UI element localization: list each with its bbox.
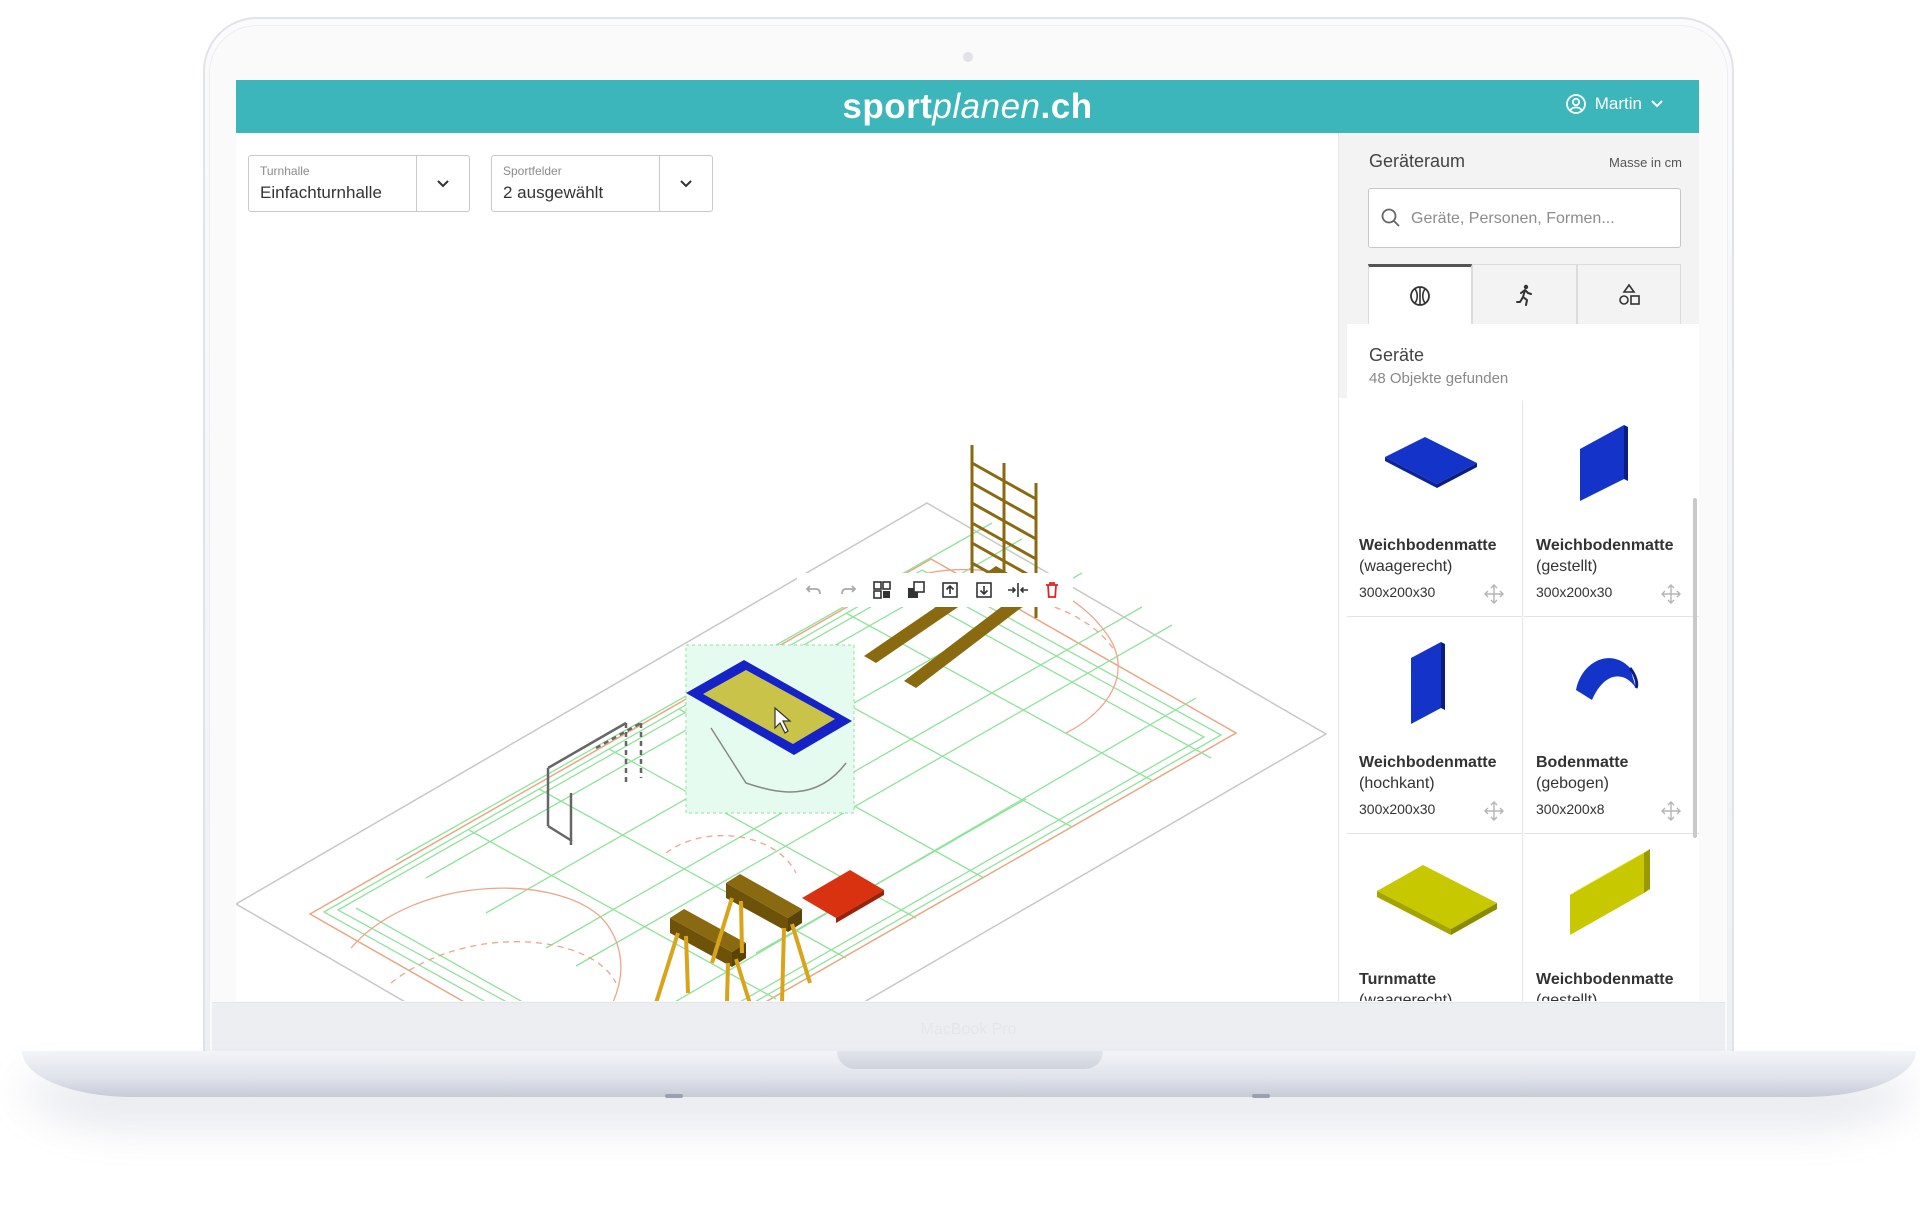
equipment-name: Weichbodenmatte (hochkant) <box>1359 754 1497 792</box>
laptop-notch <box>837 1051 1103 1069</box>
person-running-icon <box>1516 284 1533 306</box>
fields-select[interactable]: Sportfelder 2 ausgewählt <box>491 155 713 212</box>
list-header: Geräte 48 Objekte gefunden <box>1347 324 1699 398</box>
bring-forward-icon <box>942 582 958 598</box>
ungroup-button[interactable] <box>899 573 933 607</box>
drag-handle-icon[interactable] <box>1484 584 1504 604</box>
hall-select[interactable]: Turnhalle Einfachturnhalle <box>248 155 470 212</box>
chevron-down-icon <box>1651 100 1663 108</box>
undo-button[interactable] <box>797 573 831 607</box>
drag-handle-icon[interactable] <box>1661 801 1681 821</box>
delete-button[interactable] <box>1035 573 1069 607</box>
unit-label: Masse in cm <box>1609 155 1682 170</box>
top-bar: sportplanen.ch Martin <box>236 80 1699 133</box>
mat-upright-thumbnail <box>1411 642 1445 724</box>
chevron-down-icon <box>437 179 449 187</box>
drag-handle-icon[interactable] <box>1484 801 1504 821</box>
user-circle-icon <box>1565 94 1586 114</box>
tab-shapes[interactable] <box>1576 264 1681 324</box>
equipment-card[interactable]: Weichbodenmatte (waagerecht) 300x200x30 <box>1347 401 1523 617</box>
panel-scrollbar[interactable] <box>1693 498 1697 838</box>
equipment-card[interactable]: Weichbodenmatte (hochkant) 300x200x30 <box>1347 618 1523 834</box>
gym-mat-thumbnail <box>1377 865 1497 935</box>
equipment-name: Weichbodenmatte (waagerecht) <box>1359 537 1497 575</box>
group-button[interactable] <box>865 573 899 607</box>
camera-icon <box>963 52 973 62</box>
panel-header: Geräteraum Masse in cm Geräte 48 Objek <box>1339 133 1699 398</box>
result-count: 48 Objekte gefunden <box>1369 370 1509 387</box>
laptop-foot <box>665 1094 683 1098</box>
mat-standing-thumbnail <box>1580 425 1628 501</box>
chevron-down-icon <box>680 179 692 187</box>
equipment-card[interactable]: Weichbodenmatte (gestellt) 300x200x30 <box>1524 401 1699 617</box>
laptop-chin: MacBook Pro <box>212 1002 1725 1055</box>
app-screen: sportplanen.ch Martin Turnhalle Einfacht… <box>236 80 1699 1001</box>
equipment-card[interactable]: Bodenmatte (gebogen) 300x200x8 <box>1524 618 1699 834</box>
hall-select-toggle[interactable] <box>416 156 469 211</box>
equipment-dims: 300x200x30 <box>1536 584 1613 600</box>
search-field[interactable] <box>1368 188 1681 249</box>
tab-persons[interactable] <box>1472 264 1577 324</box>
mat-flat-thumbnail <box>1385 437 1477 488</box>
equipment-name: Weichbodenmatte (gestellt) <box>1536 971 1674 1001</box>
equipment-name: Bodenmatte (gebogen) <box>1536 754 1629 792</box>
shapes-icon <box>1619 283 1640 305</box>
fields-select-value: 2 ausgewählt <box>503 183 604 202</box>
equipment-dims: 300x200x30 <box>1359 584 1436 600</box>
mat-standing-yellow-thumbnail <box>1570 849 1650 935</box>
equipment-name: Weichbodenmatte (gestellt) <box>1536 537 1674 575</box>
equipment-card[interactable]: Weichbodenmatte (gestellt) <box>1524 835 1699 1001</box>
search-icon <box>1381 208 1400 227</box>
device-label: MacBook Pro <box>920 1021 1017 1038</box>
hall-select-value: Einfachturnhalle <box>260 183 382 202</box>
delete-icon <box>1046 582 1058 598</box>
user-menu[interactable]: Martin <box>1565 93 1664 115</box>
ball-icon <box>1410 285 1431 306</box>
redo-icon <box>841 585 857 595</box>
equipment-card[interactable]: Turnmatte (waagerecht) <box>1347 835 1523 1001</box>
hall-canvas[interactable] <box>236 133 1336 1001</box>
user-name: Martin <box>1594 94 1642 113</box>
ungroup-icon <box>908 581 925 598</box>
app-logo[interactable]: sportplanen.ch <box>236 87 1699 127</box>
section-title: Geräte <box>1369 345 1425 365</box>
panel-title: Geräteraum <box>1369 151 1466 171</box>
laptop-foot <box>1252 1094 1270 1098</box>
bring-forward-button[interactable] <box>933 573 967 607</box>
fields-select-toggle[interactable] <box>659 156 712 211</box>
align-icon <box>1008 583 1028 597</box>
object-toolbar <box>797 573 1073 607</box>
send-backward-button[interactable] <box>967 573 1001 607</box>
search-input[interactable] <box>1409 189 1673 249</box>
equipment-dims: 300x200x30 <box>1359 801 1436 817</box>
equipment-grid: Weichbodenmatte (waagerecht) 300x200x30 W… <box>1347 401 1699 1001</box>
redo-button[interactable] <box>831 573 865 607</box>
tab-equipment[interactable] <box>1368 264 1473 324</box>
category-tabs <box>1368 264 1681 324</box>
hall-select-label: Turnhalle <box>260 164 310 178</box>
align-button[interactable] <box>1001 573 1035 607</box>
drag-handle-icon[interactable] <box>1661 584 1681 604</box>
fields-select-label: Sportfelder <box>503 164 562 178</box>
mat-curved-thumbnail <box>1576 658 1639 700</box>
equipment-dims: 300x200x8 <box>1536 801 1605 817</box>
send-backward-icon <box>976 582 992 598</box>
equipment-name: Turnmatte (waagerecht) <box>1359 971 1453 1001</box>
group-icon <box>873 581 891 599</box>
equipment-panel: Geräteraum Masse in cm Geräte 48 Objek <box>1338 133 1699 1001</box>
undo-icon <box>805 585 821 595</box>
